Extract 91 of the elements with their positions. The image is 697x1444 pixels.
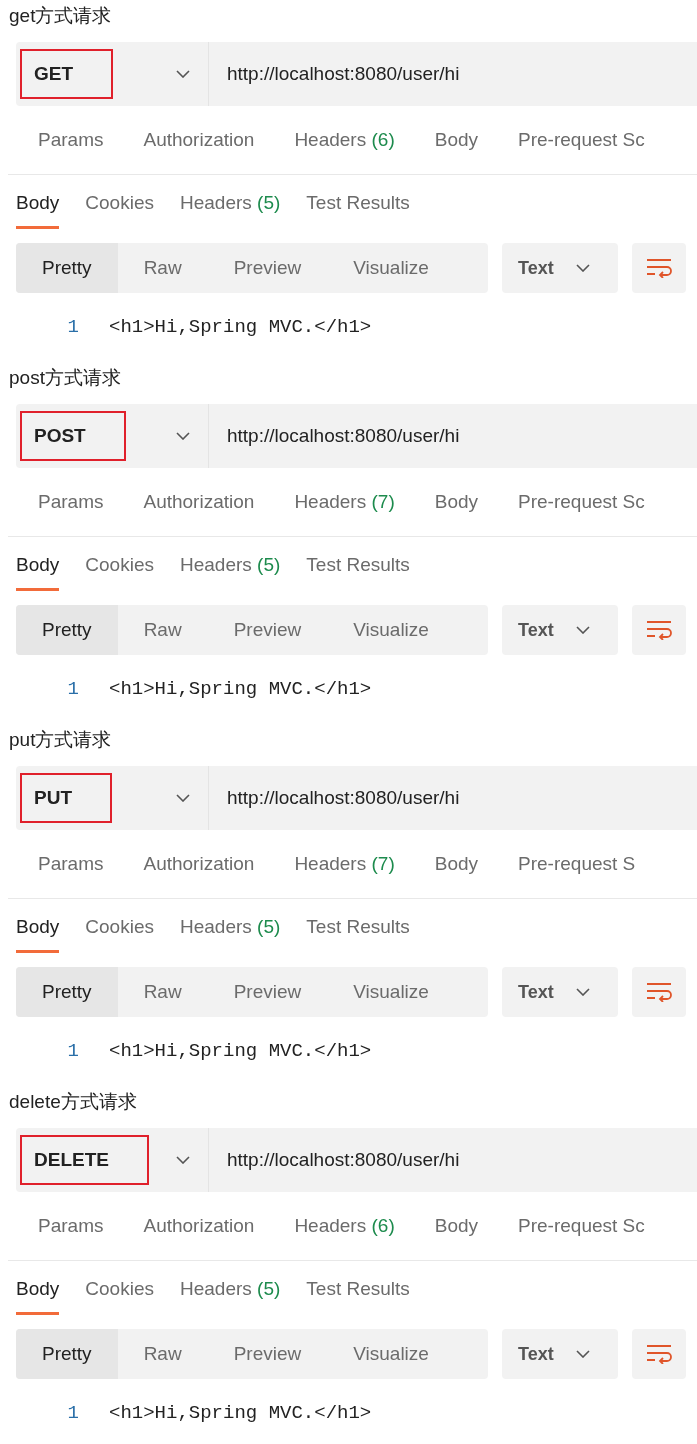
response-tab[interactable]: Test Results [306, 175, 410, 229]
wrap-button[interactable] [632, 605, 686, 655]
view-tab[interactable]: Preview [207, 243, 328, 293]
view-tab[interactable]: Visualize [327, 243, 455, 293]
view-tab[interactable]: Preview [207, 605, 328, 655]
request-tab[interactable]: Authorization [143, 129, 255, 151]
wrap-lines-icon [646, 258, 672, 278]
view-tab[interactable]: Visualize [327, 605, 455, 655]
format-dropdown[interactable]: Text [502, 605, 618, 655]
response-tab[interactable]: Test Results [306, 899, 410, 953]
line-number: 1 [66, 1402, 79, 1424]
url-field[interactable]: http://localhost:8080/user/hi [209, 766, 697, 830]
request-tab[interactable]: Params [38, 853, 104, 875]
request-tab[interactable]: Pre-request Sc [518, 129, 645, 151]
method-dropdown[interactable]: GET [16, 42, 209, 106]
wrap-button[interactable] [632, 967, 686, 1017]
response-tab[interactable]: Body [16, 175, 60, 229]
method-dropdown[interactable]: PUT [16, 766, 209, 830]
wrap-button[interactable] [632, 1329, 686, 1379]
wrap-lines-icon [646, 1344, 672, 1364]
wrap-lines-icon [646, 620, 672, 640]
response-tab[interactable]: Body [16, 537, 60, 591]
response-tab[interactable]: Cookies [85, 537, 154, 591]
method-dropdown[interactable]: POST [16, 404, 209, 468]
view-tab[interactable]: Raw [117, 243, 208, 293]
request-tab[interactable]: Body [434, 1215, 479, 1237]
format-dropdown[interactable]: Text [502, 967, 618, 1017]
caret-icon [575, 988, 590, 996]
response-tab[interactable]: Headers (5) [179, 1261, 281, 1315]
view-tab[interactable]: Raw [117, 1329, 208, 1379]
response-tab[interactable]: Test Results [306, 1261, 410, 1315]
caret-icon [176, 1156, 190, 1164]
view-tab[interactable]: Raw [117, 967, 208, 1017]
response-tab[interactable]: Cookies [85, 899, 154, 953]
wrap-button[interactable] [632, 243, 686, 293]
request-tab[interactable]: Authorization [143, 853, 255, 875]
view-tab[interactable]: Pretty [16, 967, 118, 1017]
line-number: 1 [66, 678, 79, 700]
response-tab[interactable]: Body [16, 899, 60, 953]
request-tab[interactable]: Params [38, 491, 104, 513]
section-heading: post方式请求 [8, 366, 122, 390]
request-tab[interactable]: Headers (7) [294, 491, 395, 513]
response-tab[interactable]: Test Results [306, 537, 410, 591]
request-tab[interactable]: Authorization [143, 491, 255, 513]
request-tab[interactable]: Headers (7) [294, 853, 395, 875]
request-tab[interactable]: Params [38, 129, 104, 151]
view-tab[interactable]: Pretty [16, 1329, 118, 1379]
response-tab[interactable]: Cookies [85, 1261, 154, 1315]
response-tab[interactable]: Headers (5) [179, 537, 281, 591]
request-tab[interactable]: Body [434, 853, 479, 875]
caret-icon [575, 264, 590, 272]
caret-icon [575, 626, 590, 634]
request-tab[interactable]: Body [434, 491, 479, 513]
line-number: 1 [66, 1040, 79, 1062]
caret-icon [176, 432, 190, 440]
response-tab[interactable]: Headers (5) [179, 899, 281, 953]
view-tab[interactable]: Raw [117, 605, 208, 655]
line-number: 1 [66, 316, 79, 338]
view-tab[interactable]: Preview [207, 967, 328, 1017]
request-tab[interactable]: Headers (6) [294, 1215, 395, 1237]
url-field[interactable]: http://localhost:8080/user/hi [209, 1128, 697, 1192]
code-text: <h1>Hi,Spring MVC.</h1> [109, 678, 372, 700]
view-tab[interactable]: Preview [207, 1329, 328, 1379]
format-dropdown[interactable]: Text [502, 243, 618, 293]
view-tab[interactable]: Pretty [16, 605, 118, 655]
url-field[interactable]: http://localhost:8080/user/hi [209, 404, 697, 468]
format-dropdown[interactable]: Text [502, 1329, 618, 1379]
request-tab[interactable]: Headers (6) [294, 129, 395, 151]
response-tab[interactable]: Cookies [85, 175, 154, 229]
wrap-lines-icon [646, 982, 672, 1002]
request-tab[interactable]: Authorization [143, 1215, 255, 1237]
view-tab[interactable]: Visualize [327, 967, 455, 1017]
code-text: <h1>Hi,Spring MVC.</h1> [109, 316, 372, 338]
section-heading: delete方式请求 [8, 1090, 138, 1114]
url-field[interactable]: http://localhost:8080/user/hi [209, 42, 697, 106]
response-tab[interactable]: Body [16, 1261, 60, 1315]
caret-icon [176, 70, 190, 78]
view-tab[interactable]: Visualize [327, 1329, 455, 1379]
request-tab[interactable]: Body [434, 129, 479, 151]
code-text: <h1>Hi,Spring MVC.</h1> [109, 1040, 372, 1062]
code-text: <h1>Hi,Spring MVC.</h1> [109, 1402, 372, 1424]
caret-icon [176, 794, 190, 802]
caret-icon [575, 1350, 590, 1358]
section-heading: get方式请求 [8, 4, 113, 28]
section-heading: put方式请求 [8, 728, 113, 752]
request-tab[interactable]: Pre-request Sc [518, 1215, 645, 1237]
request-tab[interactable]: Pre-request S [518, 853, 636, 875]
request-tab[interactable]: Params [38, 1215, 104, 1237]
request-tab[interactable]: Pre-request Sc [518, 491, 645, 513]
view-tab[interactable]: Pretty [16, 243, 118, 293]
response-tab[interactable]: Headers (5) [179, 175, 281, 229]
